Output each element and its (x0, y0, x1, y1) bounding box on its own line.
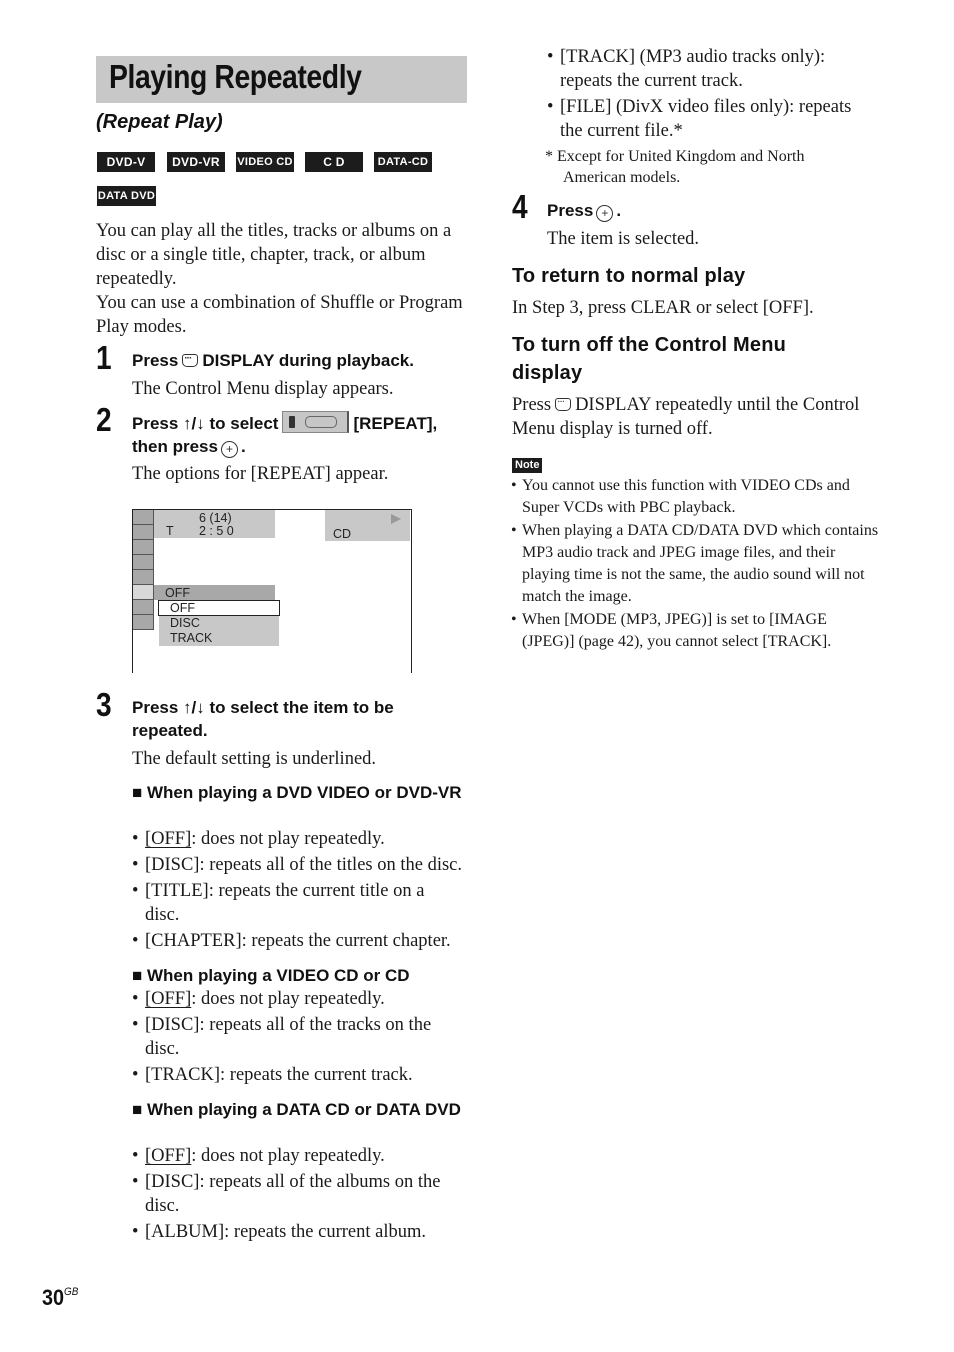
intro-paragraph-2: You can use a combination of Shuffle or … (96, 293, 463, 337)
list-item: [TRACK] (MP3 audio tracks only): repeats… (547, 45, 860, 93)
list-item: [ALBUM]: repeats the current album. (132, 1220, 462, 1244)
list-item: [FILE] (DivX video files only): repeats … (547, 95, 877, 143)
current-setting: OFF (165, 586, 190, 600)
section-data-list-continued: [TRACK] (MP3 audio tracks only): repeats… (547, 45, 877, 145)
badge-data-dvd: DATA DVD (97, 186, 156, 206)
enter-icon: + (220, 441, 238, 458)
step-4-heading: Press +. (547, 201, 622, 222)
step-number-3: 3 (96, 686, 112, 723)
page-number: 30GB (42, 1285, 79, 1310)
note-badge: Note (512, 458, 543, 473)
list-item: [TITLE]: repeats the current title on a … (132, 879, 445, 927)
step-2-head-b: [REPEAT], (353, 414, 438, 433)
page-subtitle: (Repeat Play) (96, 111, 223, 133)
badge-dvd-vr: DVD-VR (167, 152, 225, 172)
step-number-4: 4 (512, 188, 528, 225)
note-item: When playing a DATA CD/DATA DVD which co… (511, 520, 883, 608)
badge-video-cd: VIDEO CD (236, 152, 294, 172)
repeat-icon (282, 411, 350, 433)
list-item: [OFF]: does not play repeatedly. (132, 1144, 462, 1168)
menu-icon-cell-selected (133, 585, 154, 600)
return-normal-heading: To return to normal play (512, 265, 746, 287)
menu-icon-cell (133, 510, 154, 525)
list-item: [DISC]: repeats all of the titles on the… (132, 853, 472, 877)
step-2-heading: Press ↑/↓ to select [REPEAT], then press +… (132, 411, 477, 458)
step-2-description: The options for [REPEAT] appear. (132, 464, 389, 484)
display-icon (555, 391, 572, 415)
menu-icon-cell (133, 615, 154, 630)
step-1-heading: Press DISPLAY during playback. (132, 347, 472, 372)
step-1-head-b: DISPLAY during playback. (202, 351, 414, 370)
step-2-head-c: then press (132, 437, 218, 456)
step-number-2: 2 (96, 401, 112, 438)
option-disc[interactable]: DISC (170, 617, 200, 630)
play-icon (391, 514, 401, 524)
step-number-1: 1 (96, 339, 112, 376)
display-icon (182, 347, 199, 370)
section-vcd-list: [OFF]: does not play repeatedly. [DISC]:… (132, 987, 462, 1089)
option-off[interactable]: OFF (170, 602, 195, 615)
note-list: You cannot use this function with VIDEO … (511, 475, 883, 654)
list-item: [DISC]: repeats all of the albums on the… (132, 1170, 465, 1218)
note-item: You cannot use this function with VIDEO … (511, 475, 883, 519)
step-3-heading: Press ↑/↓ to select the item to be repea… (132, 698, 394, 740)
footnote: * Except for United Kingdom and North Am… (545, 148, 805, 186)
page-title-bar: Playing Repeatedly (96, 56, 467, 103)
turn-off-heading: To turn off the Control Menu display (512, 334, 787, 384)
section-vcd-heading: ■ When playing a VIDEO CD or CD (132, 966, 410, 985)
section-dvd-list: [OFF]: does not play repeatedly. [DISC]:… (132, 827, 472, 955)
step-4-description: The item is selected. (547, 229, 700, 249)
time-label: T (166, 524, 174, 538)
menu-icon-cell (133, 570, 154, 585)
step-1-head-a: Press (132, 351, 179, 370)
control-menu-screen: 6 (14) T 2 : 5 0 CD OFF OFF DISC TRACK (132, 509, 412, 673)
intro-paragraph-1: You can play all the titles, tracks or a… (96, 221, 452, 289)
list-item: [OFF]: does not play repeatedly. (132, 987, 462, 1011)
enter-icon: + (596, 205, 614, 222)
section-dvd-heading: ■ When playing a DVD VIDEO or DVD-VR (132, 783, 462, 802)
menu-icon-cell (133, 540, 154, 555)
step-1-description: The Control Menu display appears. (132, 379, 394, 399)
list-item: [TRACK]: repeats the current track. (132, 1063, 462, 1087)
step-2-head-a: Press ↑/↓ to select (132, 414, 279, 433)
time-readout: 2 : 5 0 (199, 524, 234, 538)
page-title: Playing Repeatedly (109, 58, 362, 95)
list-item: [DISC]: repeats all of the tracks on the… (132, 1013, 455, 1061)
menu-icon-cell (133, 525, 154, 540)
option-track[interactable]: TRACK (170, 632, 212, 645)
note-item: When [MODE (MP3, JPEG)] is set to [IMAGE… (511, 609, 883, 653)
step-3-description: The default setting is underlined. (132, 749, 377, 769)
section-data-list: [OFF]: does not play repeatedly. [DISC]:… (132, 1144, 462, 1246)
menu-icon-cell (133, 600, 154, 615)
list-item: [CHAPTER]: repeats the current chapter. (132, 929, 472, 953)
return-normal-text: In Step 3, press CLEAR or select [OFF]. (512, 298, 814, 318)
section-data-heading: ■ When playing a DATA CD or DATA DVD (132, 1100, 461, 1119)
badge-dvd-v: DVD-V (97, 152, 155, 172)
badge-data-cd: DATA-CD (374, 152, 432, 172)
turn-off-text: PressDISPLAY repeatedly until the Contro… (512, 391, 887, 441)
menu-icon-cell (133, 555, 154, 570)
list-item: [OFF]: does not play repeatedly. (132, 827, 472, 851)
badge-cd: C D (305, 152, 363, 172)
step-4-head-a: Press (547, 201, 594, 220)
media-type: CD (333, 527, 352, 541)
